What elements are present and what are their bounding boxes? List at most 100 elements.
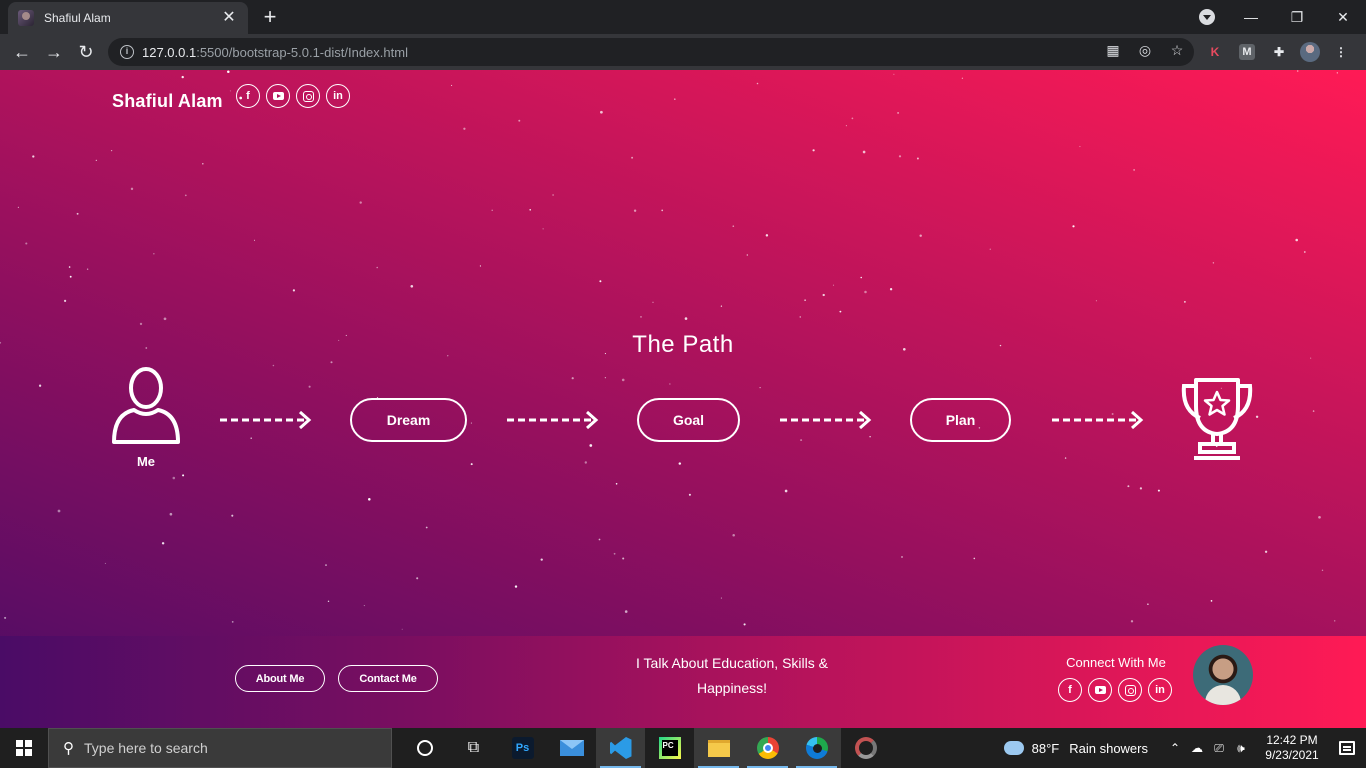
instagram-icon[interactable] [296, 84, 320, 108]
onedrive-cloud-icon[interactable]: ☁ [1186, 741, 1208, 755]
extension-k-icon[interactable]: K [1204, 42, 1226, 62]
step-plan[interactable]: Plan [910, 398, 1011, 442]
star-dot [621, 378, 625, 382]
star-dot [1139, 487, 1143, 490]
star-dot [604, 377, 606, 379]
star-dot [1264, 550, 1268, 553]
star-dot [1318, 515, 1321, 519]
star-dot [552, 194, 554, 196]
site-info-icon[interactable]: i [120, 45, 134, 59]
taskbar-vscode[interactable] [596, 728, 645, 768]
star-dot [368, 498, 371, 501]
taskbar-edge[interactable] [792, 728, 841, 768]
start-button[interactable] [0, 728, 48, 768]
notification-button[interactable] [1328, 741, 1366, 755]
weather-condition[interactable]: Rain showers [1069, 741, 1148, 756]
windows-logo-icon [16, 740, 32, 756]
star-dot [57, 509, 61, 513]
menu-kebab-icon[interactable]: ⋮ [1330, 42, 1352, 62]
browser-tab[interactable]: Shafiul Alam ✕ [8, 2, 248, 34]
page-footer: About Me Contact Me I Talk About Educati… [0, 636, 1366, 728]
contact-me-button[interactable]: Contact Me [338, 665, 438, 692]
star-dot [416, 577, 419, 580]
folder-icon [707, 739, 730, 757]
extensions-puzzle-icon[interactable]: ✚ [1268, 42, 1290, 62]
star-dot [139, 322, 143, 326]
eye-off-icon[interactable]: ◎ [1136, 42, 1154, 59]
back-icon[interactable]: ← [10, 40, 34, 64]
star-dot [599, 280, 602, 283]
close-window-button[interactable]: ✕ [1320, 9, 1366, 26]
taskbar-clock[interactable]: 12:42 PM 9/23/2021 [1256, 733, 1328, 763]
minimize-button[interactable]: — [1228, 9, 1274, 25]
weather-temp[interactable]: 88°F [1032, 741, 1060, 756]
edge-icon [805, 737, 828, 759]
cortana-button[interactable] [400, 728, 449, 768]
forward-icon[interactable]: → [42, 40, 66, 64]
star-dot [916, 157, 919, 160]
maximize-button[interactable]: ❐ [1274, 9, 1320, 26]
taskbar-pycharm[interactable]: PC [645, 728, 694, 768]
taskbar-mail[interactable] [547, 728, 596, 768]
star-dot [1184, 301, 1186, 303]
star-dot [688, 493, 691, 496]
weather-icon[interactable] [1000, 736, 1024, 755]
youtube-icon[interactable] [1088, 678, 1112, 702]
star-dot [1336, 72, 1338, 74]
star-dot [622, 557, 625, 560]
star-dot [669, 383, 671, 385]
chevron-up-icon[interactable]: ⌃ [1164, 741, 1186, 755]
star-dot [86, 268, 89, 270]
star-dot [684, 317, 688, 320]
taskbar-chrome[interactable] [743, 728, 792, 768]
star-dot [479, 265, 481, 267]
footer-tagline: I Talk About Education, Skills & Happine… [636, 655, 828, 696]
star-dot [674, 98, 676, 100]
reload-icon[interactable]: ↻ [74, 40, 98, 64]
star-dot [860, 276, 862, 279]
taskbar-search-input[interactable]: ⚲ Type here to search [48, 728, 392, 768]
star-dot [514, 585, 518, 588]
pycharm-icon: PC [658, 737, 681, 759]
tab-close-icon[interactable]: ✕ [220, 9, 238, 27]
task-view-button[interactable]: ⧉ [449, 728, 498, 768]
facebook-icon[interactable]: f [236, 84, 260, 108]
address-bar[interactable]: i 127.0.0.1:5500/bootstrap-5.0.1-dist/In… [108, 38, 1194, 66]
instagram-icon[interactable] [1118, 678, 1142, 702]
star-dot [804, 299, 806, 301]
star-dot [784, 489, 788, 493]
step-goal[interactable]: Goal [637, 398, 740, 442]
profile-dropdown-icon[interactable] [1199, 9, 1215, 25]
profile-avatar-icon[interactable] [1300, 42, 1320, 62]
brand-logo[interactable]: Shafiul Alam [112, 91, 223, 112]
star-dot [425, 526, 428, 529]
facebook-icon[interactable]: f [1058, 678, 1082, 702]
about-me-button[interactable]: About Me [235, 665, 325, 692]
star-dot [756, 82, 759, 85]
url-text[interactable]: 127.0.0.1:5500/bootstrap-5.0.1-dist/Inde… [142, 45, 408, 60]
star-dot [589, 444, 593, 447]
star-dot [1303, 251, 1306, 253]
linkedin-icon[interactable]: in [1148, 678, 1172, 702]
star-dot [615, 483, 618, 485]
star-dot [327, 600, 330, 603]
star-dot [765, 234, 769, 237]
dashed-arrow-icon [220, 410, 312, 430]
step-dream[interactable]: Dream [350, 398, 467, 442]
star-dot [529, 209, 531, 211]
qr-code-icon[interactable]: ▦ [1104, 42, 1122, 59]
volume-icon[interactable]: 🕪 [1230, 741, 1252, 756]
youtube-icon[interactable] [266, 84, 290, 108]
new-tab-button[interactable]: + [258, 5, 282, 29]
windows-taskbar: ⚲ Type here to search ⧉ Ps PC 88°F Rain … [0, 728, 1366, 768]
extension-m-icon[interactable]: M [1239, 44, 1255, 60]
star-bookmark-icon[interactable]: ☆ [1168, 42, 1186, 59]
task-view-icon: ⧉ [467, 739, 480, 756]
star-dot [799, 316, 801, 318]
taskbar-file-explorer[interactable] [694, 728, 743, 768]
linkedin-icon[interactable]: in [326, 84, 350, 108]
taskbar-photoshop[interactable]: Ps [498, 728, 547, 768]
star-dot [250, 437, 252, 439]
network-icon[interactable]: ⎚ [1208, 741, 1230, 756]
taskbar-obs[interactable] [841, 728, 890, 768]
